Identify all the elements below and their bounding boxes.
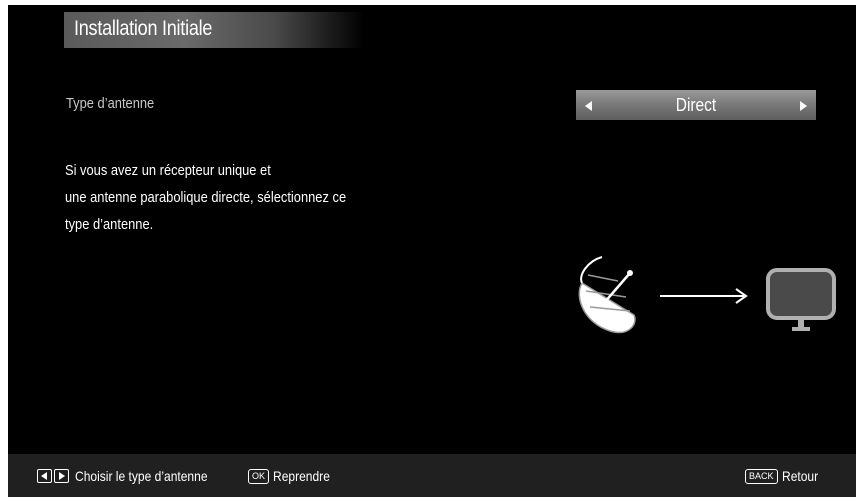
right-key-icon (54, 469, 69, 483)
back-label: Retour (781, 468, 818, 484)
antenna-illustration (578, 256, 836, 334)
footer-bar: Choisir le type d’antenne OK Reprendre B… (8, 454, 856, 497)
arrow-right-icon (660, 288, 748, 304)
installation-panel: Installation Initiale Type d’antenne Dir… (8, 5, 856, 497)
antenna-type-selector[interactable]: Direct (576, 90, 816, 120)
ok-key-icon: OK (248, 468, 270, 484)
footer-hint-back[interactable]: BACK Retour (745, 467, 824, 485)
footer-hint-antenna-type: Choisir le type d’antenne (37, 467, 229, 485)
antenna-type-value: Direct (675, 95, 717, 115)
title-bar: Installation Initiale (64, 12, 364, 48)
arrow-right-icon[interactable] (800, 101, 807, 111)
description-text: Si vous avez un récepteur unique et une … (65, 157, 392, 238)
tv-screen: Installation Initiale Type d’antenne Dir… (0, 0, 856, 502)
description-line: une antenne parabolique directe, sélecti… (65, 189, 347, 206)
antenna-type-label: Type d’antenne (66, 95, 155, 112)
description-line: Si vous avez un récepteur unique et (65, 162, 271, 179)
description-line: type d’antenne. (65, 216, 154, 233)
footer-hint-ok[interactable]: OK Reprendre (248, 467, 339, 485)
arrow-left-icon[interactable] (585, 101, 592, 111)
footer-hint-label: Choisir le type d’antenne (75, 468, 208, 484)
back-key-icon: BACK (745, 468, 778, 484)
ok-label: Reprendre (273, 468, 330, 484)
satellite-dish-icon (578, 256, 636, 334)
tv-icon (766, 268, 836, 331)
page-title: Installation Initiale (74, 17, 213, 40)
left-key-icon (37, 469, 52, 483)
